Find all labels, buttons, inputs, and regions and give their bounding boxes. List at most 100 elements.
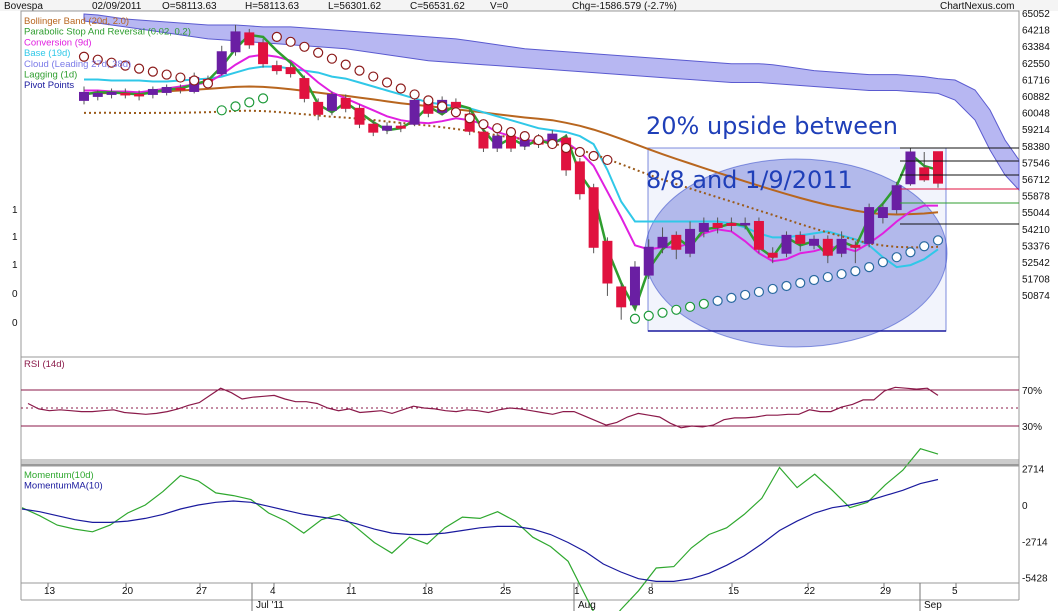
psar-dot [409, 89, 420, 100]
momentum-axis-tick: -2714 [1022, 537, 1048, 548]
psar-dot [919, 241, 930, 252]
psar-dot [257, 93, 269, 104]
header-high: H=58113.63 [245, 1, 299, 12]
candle-body [588, 187, 599, 248]
x-axis-tick: 18 [422, 586, 434, 597]
psar-dot [629, 313, 641, 324]
psar-dot [381, 77, 393, 88]
psar-dot [905, 247, 916, 258]
rsi-axis-tick: 30% [1022, 422, 1042, 433]
candle-body [740, 222, 751, 226]
price-axis-tick: 52542 [1022, 258, 1050, 269]
candle-body [299, 78, 310, 99]
header-close: C=56531.62 [410, 1, 465, 12]
header-date: 02/09/2011 [92, 1, 142, 12]
candle-body [478, 131, 489, 149]
left-axis-tick: 1 [12, 260, 18, 271]
psar-dot [244, 97, 255, 108]
candle-body [864, 207, 875, 244]
price-axis-tick: 60048 [1022, 109, 1050, 120]
candle-body [905, 151, 916, 185]
price-axis-tick: 56712 [1022, 175, 1050, 186]
psar-dot [161, 69, 172, 80]
psar-dot [368, 71, 379, 82]
psar-dot [464, 113, 475, 124]
x-axis-tick: 15 [728, 586, 740, 597]
x-axis-tick: 29 [880, 586, 892, 597]
psar-dot [230, 101, 241, 112]
psar-dot [602, 154, 613, 166]
legend-item: Cloud (Leading 27d, 38d) [24, 59, 131, 70]
candle-body [409, 99, 420, 125]
candle-body [933, 151, 943, 184]
candle-body [368, 123, 379, 133]
psar-dot [147, 66, 158, 77]
x-axis-tick: 13 [44, 586, 56, 597]
candle-body [161, 86, 172, 93]
psar-dot [547, 138, 558, 150]
psar-dot [271, 31, 282, 42]
header-watermark: ChartNexus.com [940, 1, 1014, 12]
candle-body [836, 238, 847, 254]
candle-body [781, 234, 792, 254]
candle-body [671, 234, 682, 250]
annotation-line-1: 20% upside between [646, 112, 898, 140]
candle-body [822, 238, 833, 256]
candle-body [698, 222, 709, 232]
candle-body [271, 65, 282, 72]
candle-body [795, 234, 806, 244]
psar-dot [795, 277, 806, 289]
psar-dot [574, 146, 585, 158]
candle-body [850, 244, 861, 248]
candle-body [147, 88, 158, 95]
x-axis-tick: 1 [574, 586, 580, 597]
candle-body [382, 125, 393, 131]
candle-body [216, 51, 227, 75]
psar-dot [726, 292, 737, 303]
legend-item: Base (19d) [24, 48, 70, 59]
price-axis-tick: 54210 [1022, 225, 1050, 236]
psar-dot [133, 63, 145, 74]
psar-dot [478, 119, 489, 130]
psar-dot [354, 65, 365, 76]
candle-body [685, 228, 696, 254]
psar-dot [450, 107, 462, 118]
x-axis-month: Aug [578, 600, 596, 611]
candle-body [134, 93, 145, 97]
candle-body [657, 236, 668, 248]
price-axis-tick: 65052 [1022, 9, 1050, 20]
psar-dot [671, 304, 682, 315]
psar-dot [299, 41, 310, 52]
candle-body [629, 266, 640, 306]
psar-dot [836, 268, 847, 280]
momentum-axis-tick: 2714 [1022, 465, 1045, 476]
psar-dot [712, 295, 723, 306]
psar-dot [492, 123, 503, 134]
x-axis-tick: 8 [648, 586, 654, 597]
annotation-line-2: 8/8 and 1/9/2011 [646, 166, 853, 194]
price-axis-tick: 61716 [1022, 75, 1050, 86]
header-low: L=56301.62 [328, 1, 382, 12]
psar-dot [560, 142, 572, 154]
candle-body [313, 101, 324, 115]
price-axis-tick: 50874 [1022, 291, 1050, 302]
psar-dot [740, 289, 751, 301]
candle-body [616, 286, 627, 308]
price-axis-tick: 63384 [1022, 42, 1050, 53]
price-axis-tick: 51708 [1022, 275, 1050, 286]
candle-body [340, 97, 351, 109]
header-open: O=58113.63 [162, 1, 217, 12]
psar-dot [753, 286, 765, 298]
header-volume: V=0 [490, 1, 509, 12]
psar-dot [808, 274, 820, 286]
x-axis-tick: 5 [952, 586, 958, 597]
price-axis-tick: 55044 [1022, 208, 1050, 219]
candle-body [891, 185, 902, 211]
psar-dot [684, 301, 696, 312]
candle-body [712, 222, 723, 228]
candle-body [506, 135, 516, 149]
psar-dot [313, 47, 324, 58]
x-axis-tick: 22 [804, 586, 816, 597]
psar-dot [189, 75, 200, 86]
x-axis-month: Sep [924, 600, 942, 611]
